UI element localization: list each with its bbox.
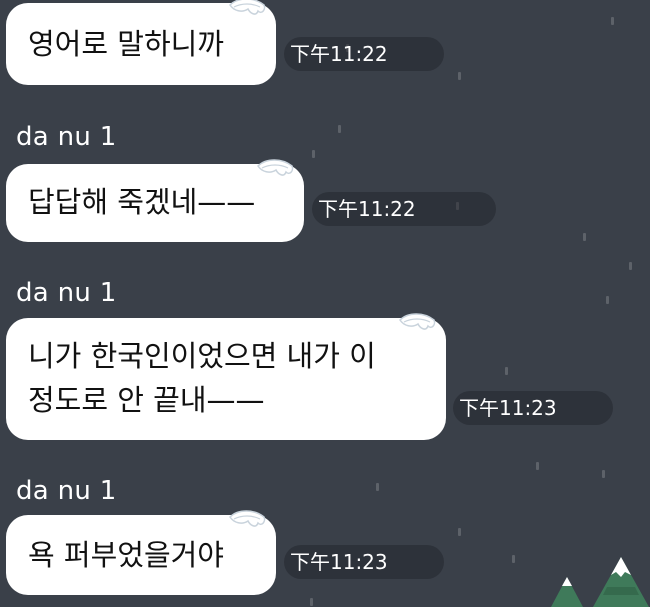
- message-text: 욕 퍼부었을거야: [28, 538, 224, 572]
- message-text: 답답해 죽겠네——: [28, 185, 256, 219]
- message-time: 下午11:22: [284, 37, 444, 71]
- message-text: 영어로 말하니까: [28, 27, 224, 61]
- message-bubble[interactable]: 니가 한국인이었으면 내가 이 정도로 안 끝내——: [6, 313, 446, 440]
- message-time: 下午11:23: [284, 545, 444, 579]
- message-bubble[interactable]: 답답해 죽겠네——: [6, 159, 304, 242]
- snow-dot: [312, 150, 315, 158]
- snow-dot: [310, 598, 313, 606]
- snow-dot: [376, 483, 379, 491]
- snow-dot: [583, 233, 586, 241]
- message-bubble[interactable]: 욕 퍼부었을거야: [6, 510, 276, 595]
- snow-dot: [458, 72, 461, 80]
- message-time: 下午11:23: [453, 391, 613, 425]
- snow-dot: [505, 367, 508, 375]
- snow-cap-icon: [257, 159, 294, 176]
- snow-dot: [602, 470, 605, 478]
- sender-name: da nu 1: [16, 278, 117, 308]
- snow-dot: [629, 262, 632, 270]
- sender-name: da nu 1: [16, 122, 117, 152]
- message-text-line-1: 니가 한국인이었으면 내가 이: [28, 339, 376, 373]
- sender-name: da nu 1: [16, 476, 117, 506]
- message-text-line-2: 정도로 안 끝내——: [28, 383, 265, 417]
- snow-dot: [606, 296, 609, 304]
- snow-cap-icon: [399, 313, 436, 330]
- message-bubble[interactable]: 영어로 말하니까: [6, 0, 276, 85]
- snow-dot: [338, 125, 341, 133]
- snowy-tree-icon: [551, 557, 649, 607]
- chat-area: 영어로 말하니까 下午11:22 da nu 1 답답해 죽겠네—— 下午11:…: [0, 0, 650, 607]
- message-time: 下午11:22: [312, 192, 496, 226]
- snow-dot: [536, 462, 539, 470]
- snow-dot: [611, 17, 614, 25]
- snow-dot: [458, 528, 461, 536]
- snow-cap-icon: [229, 510, 266, 527]
- snow-cap-icon: [229, 0, 266, 15]
- snow-dot: [512, 555, 515, 563]
